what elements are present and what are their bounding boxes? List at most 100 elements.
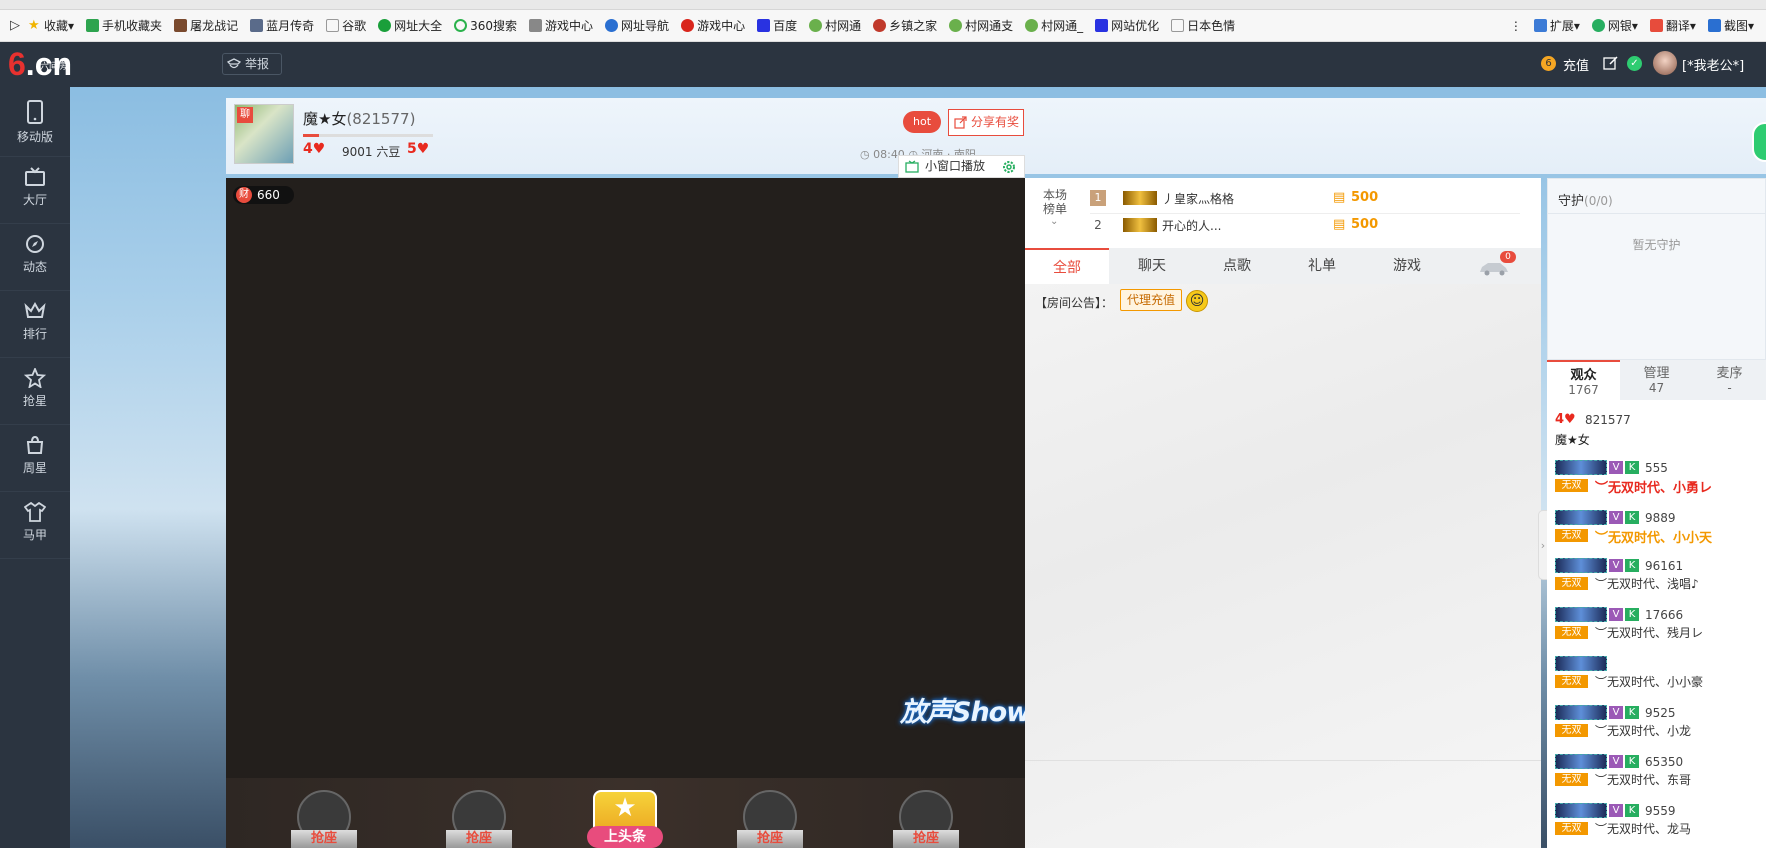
audience-row[interactable]: V K 65350 无双 ︶无双时代、东哥	[1555, 754, 1765, 802]
bookmark-favorites[interactable]: ★ 收藏 ▾	[28, 17, 74, 34]
gift-bag-icon	[26, 435, 44, 454]
gear-icon[interactable]	[1001, 159, 1017, 175]
tab-chat[interactable]: 聊天	[1110, 248, 1194, 284]
sidebar-item-weekly-star[interactable]: 周星	[0, 425, 70, 492]
bookmark-icon	[873, 19, 887, 32]
wealth-level-icon	[1555, 510, 1607, 525]
chevron-down-icon[interactable]: ⌄	[1050, 216, 1058, 227]
host-name: 魔★女	[1555, 433, 1590, 447]
bookmark-label: 屠龙战记	[190, 19, 239, 33]
hot-badge: hot	[903, 111, 942, 133]
audience-row[interactable]: 无双 ︶无双时代、小小豪	[1555, 656, 1765, 704]
screenshot-menu[interactable]: 截图 ▾	[1707, 17, 1754, 34]
bookmark-icon	[681, 19, 695, 32]
floating-badge[interactable]	[1752, 122, 1766, 162]
user-badges: V K 9889	[1555, 510, 1676, 525]
audience-row[interactable]: V K 555 无双 ︶无双时代、小勇レ	[1555, 460, 1765, 508]
extensions-menu[interactable]: 扩展 ▾	[1533, 17, 1580, 34]
grab-seat-button[interactable]: 抢座	[893, 830, 959, 848]
tab-admin[interactable]: 管理 47	[1620, 360, 1693, 400]
rank-row[interactable]: 2 开心的人... ▤ 500	[1090, 215, 1520, 241]
audience-row[interactable]: V K 9559 无双 ︶无双时代、龙马	[1555, 803, 1765, 848]
tab-audience[interactable]: 观众 1767	[1547, 360, 1620, 400]
bookmark-item[interactable]: 屠龙战记	[174, 17, 238, 34]
bookmark-item[interactable]: 谷歌	[326, 17, 366, 34]
sidebar-item-hall[interactable]: 大厅	[0, 157, 70, 224]
tv-icon	[25, 167, 45, 186]
extensions-icon	[1533, 19, 1547, 32]
agent-recharge-link[interactable]: 代理充值	[1120, 289, 1183, 311]
bookmark-item[interactable]: 手机收藏夹	[86, 17, 162, 34]
user-avatar[interactable]	[1653, 51, 1677, 75]
audience-row[interactable]: V K 9889 无双 ︶无双时代、小小天	[1555, 510, 1765, 558]
chat-divider[interactable]	[1025, 760, 1541, 761]
bookmark-item[interactable]: 网址大全	[378, 17, 442, 34]
bank-menu[interactable]: 网银 ▾	[1591, 17, 1638, 34]
user-name: ︶无双时代、龙马	[1595, 822, 1692, 836]
sidebar-item-vest[interactable]: 马甲	[0, 492, 70, 559]
tab-song-request[interactable]: 点歌	[1195, 248, 1279, 284]
rank-title[interactable]: 本场 榜单	[1040, 188, 1070, 216]
sidebar-item-mobile[interactable]: 移动版	[0, 90, 70, 157]
guard-title: 守护(0/0)	[1558, 190, 1613, 209]
tab-gift-list[interactable]: 礼单	[1280, 248, 1364, 284]
share-button[interactable]: 分享有奖	[948, 109, 1024, 136]
bookmark-item[interactable]: 360搜索	[454, 17, 517, 34]
heart-icon: ♥	[416, 141, 430, 157]
user-badges: V K 555	[1555, 460, 1668, 475]
bookmark-item[interactable]: 游戏中心	[681, 17, 745, 34]
crown-icon	[24, 301, 46, 318]
sidebar-item-star[interactable]: 抢星	[0, 358, 70, 425]
audience-row[interactable]: V K 17666 无双 ︶无双时代、残月レ	[1555, 607, 1765, 655]
edit-icon[interactable]	[1603, 55, 1619, 71]
bookmark-icon	[949, 19, 963, 32]
grab-seat-button[interactable]: 抢座	[737, 830, 803, 848]
sidebar-item-rank[interactable]: 排行	[0, 291, 70, 358]
page-icon	[326, 19, 340, 32]
headline-button[interactable]: 上头条	[587, 826, 663, 848]
clan-badge: 无双	[1555, 724, 1588, 737]
video-player[interactable]	[226, 178, 1025, 778]
grab-seat-button[interactable]: 抢座	[291, 830, 357, 848]
bookmark-item[interactable]: 百度	[757, 17, 797, 34]
bookmark-item[interactable]: 日本色情	[1171, 17, 1235, 34]
host-row[interactable]: 4♥ 821577 魔★女	[1555, 410, 1765, 450]
grab-seat-button[interactable]: 抢座	[446, 830, 512, 848]
report-button[interactable]: 举报	[222, 53, 282, 75]
report-label: 举报	[245, 57, 270, 71]
bookmark-item[interactable]: 村网通	[809, 17, 861, 34]
recharge-link[interactable]: 充值	[1563, 55, 1589, 74]
bookmark-item[interactable]: 网站优化	[1095, 17, 1159, 34]
user-name[interactable]: [*我老公*]	[1682, 55, 1744, 74]
user-id: 555	[1645, 460, 1668, 475]
bookmark-item[interactable]: 村网通_	[1025, 17, 1083, 34]
audience-row[interactable]: V K 96161 无双 ︶无双时代、浅唱♪	[1555, 558, 1765, 606]
tab-mic-queue[interactable]: 麦序 -	[1693, 360, 1766, 400]
bookmark-label: 手机收藏夹	[102, 19, 163, 33]
sidebar-item-feed[interactable]: 动态	[0, 224, 70, 291]
more-icon[interactable]: ⋮	[1510, 19, 1522, 33]
rank-row[interactable]: 1 丿皇家灬格格 ▤ 500	[1090, 188, 1520, 214]
bookmark-item[interactable]: 蓝月传奇	[250, 17, 314, 34]
clan-badge: 无双	[1555, 626, 1588, 639]
audience-row[interactable]: V K 9525 无双 ︶无双时代、小龙	[1555, 705, 1765, 753]
bookmark-item[interactable]: 网址导航	[605, 17, 669, 34]
site-logo[interactable]: 6.cn 六间房	[8, 44, 72, 84]
sidebar-toggle-icon[interactable]: ▷	[10, 18, 20, 33]
translate-menu[interactable]: 翻译 ▾	[1649, 17, 1696, 34]
bookmark-item[interactable]: 游戏中心	[529, 17, 593, 34]
anchor-avatar[interactable]: 聊	[234, 104, 294, 164]
fortune-value: 660	[257, 188, 280, 202]
heart-icon: ♥	[312, 141, 326, 157]
rank-badge-icon	[1123, 191, 1157, 205]
host-level-badge: 4♥	[1555, 412, 1576, 427]
tab-all[interactable]: 全部	[1025, 248, 1109, 284]
user-name: ︶无双时代、小小天	[1595, 531, 1713, 546]
level-number: 5	[407, 141, 417, 157]
level-left-badge: 4♥	[303, 141, 325, 157]
bookmark-item[interactable]: 乡镇之家	[873, 17, 937, 34]
wealth-level-icon	[1555, 607, 1607, 622]
user-name: ︶无双时代、浅唱♪	[1595, 577, 1699, 591]
bookmark-item[interactable]: 村网通支	[949, 17, 1013, 34]
tab-game[interactable]: 游戏	[1365, 248, 1449, 284]
